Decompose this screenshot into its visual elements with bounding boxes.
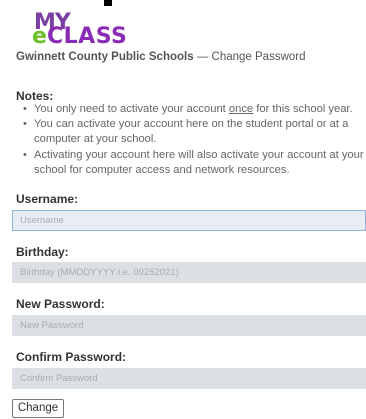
note-1-pre: You only need to activate your account <box>34 103 229 115</box>
change-button[interactable]: Change <box>12 399 64 418</box>
notes-list: You only need to activate your account o… <box>23 102 364 178</box>
page-name: Change Password <box>211 51 306 63</box>
note-item: You only need to activate your account o… <box>23 102 364 117</box>
birthday-label: Birthday: <box>16 245 69 259</box>
username-label: Username: <box>16 192 79 206</box>
note-item: You can activate your account here on th… <box>23 117 364 147</box>
note-1-post: for this school year. <box>253 103 353 115</box>
myeclass-logo: MY e CLASS <box>26 10 136 50</box>
confirm-password-input[interactable] <box>12 368 366 389</box>
org-name: Gwinnett County Public Schools <box>16 51 194 63</box>
confirm-password-label: Confirm Password: <box>16 350 127 364</box>
logo-class: CLASS <box>47 24 128 49</box>
logo-e: e <box>32 24 47 49</box>
note-item: Activating your account here will also a… <box>23 148 364 178</box>
page-subtitle: Gwinnett County Public Schools — Change … <box>16 51 306 63</box>
new-password-input[interactable] <box>12 315 366 336</box>
top-bar-mark <box>104 0 112 6</box>
username-input[interactable] <box>12 210 366 231</box>
new-password-label: New Password: <box>16 297 105 311</box>
subtitle-dash: — <box>196 51 209 63</box>
note-1-emphasis: once <box>228 103 254 115</box>
birthday-input[interactable] <box>12 262 366 283</box>
notes-title: Notes: <box>16 89 54 103</box>
top-strip <box>0 0 366 6</box>
